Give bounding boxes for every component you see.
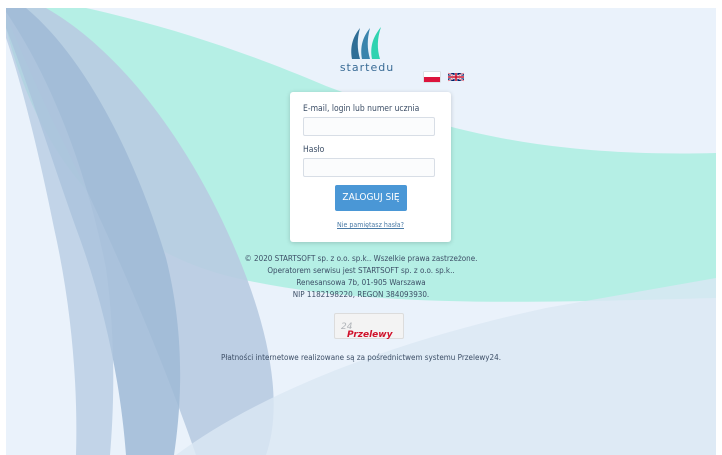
login-button[interactable]: ZALOGUJ SIĘ xyxy=(335,185,407,211)
footer-nip-regon: NIP 1182198220, REGON 384093930. xyxy=(292,290,430,299)
login-card: E-mail, login lub numer ucznia Hasło ZAL… xyxy=(290,92,451,242)
login-page: startedu E-mail, login lub numer ucznia … xyxy=(6,8,716,455)
footer-address: Renesansowa 7b, 01-905 Warszawa xyxy=(296,278,426,287)
flag-gb-icon[interactable] xyxy=(447,72,464,82)
flag-pl-icon[interactable] xyxy=(424,72,440,82)
password-label: Hasło xyxy=(303,145,325,155)
przelewy24-logo-text: Przelewy xyxy=(347,330,393,340)
payment-note: Płatności internetowe realizowane są za … xyxy=(220,353,501,362)
przelewy24-logo[interactable]: Przelewy 24 xyxy=(334,313,404,340)
language-switcher xyxy=(424,72,467,91)
email-label: E-mail, login lub numer ucznia xyxy=(303,104,420,114)
forgot-password-link[interactable]: Nie pamiętasz hasła? xyxy=(290,221,451,229)
brand-logo: startedu xyxy=(332,24,402,74)
footer-copyright: © 2020 STARTSOFT sp. z o.o. sp.k.. Wszel… xyxy=(244,254,478,263)
email-field[interactable] xyxy=(303,117,435,136)
password-field[interactable] xyxy=(303,158,435,177)
footer-operator: Operatorem serwisu jest STARTSOFT sp. z … xyxy=(267,266,455,275)
brand-name: startedu xyxy=(339,61,395,74)
startedu-logo-icon xyxy=(351,27,381,59)
